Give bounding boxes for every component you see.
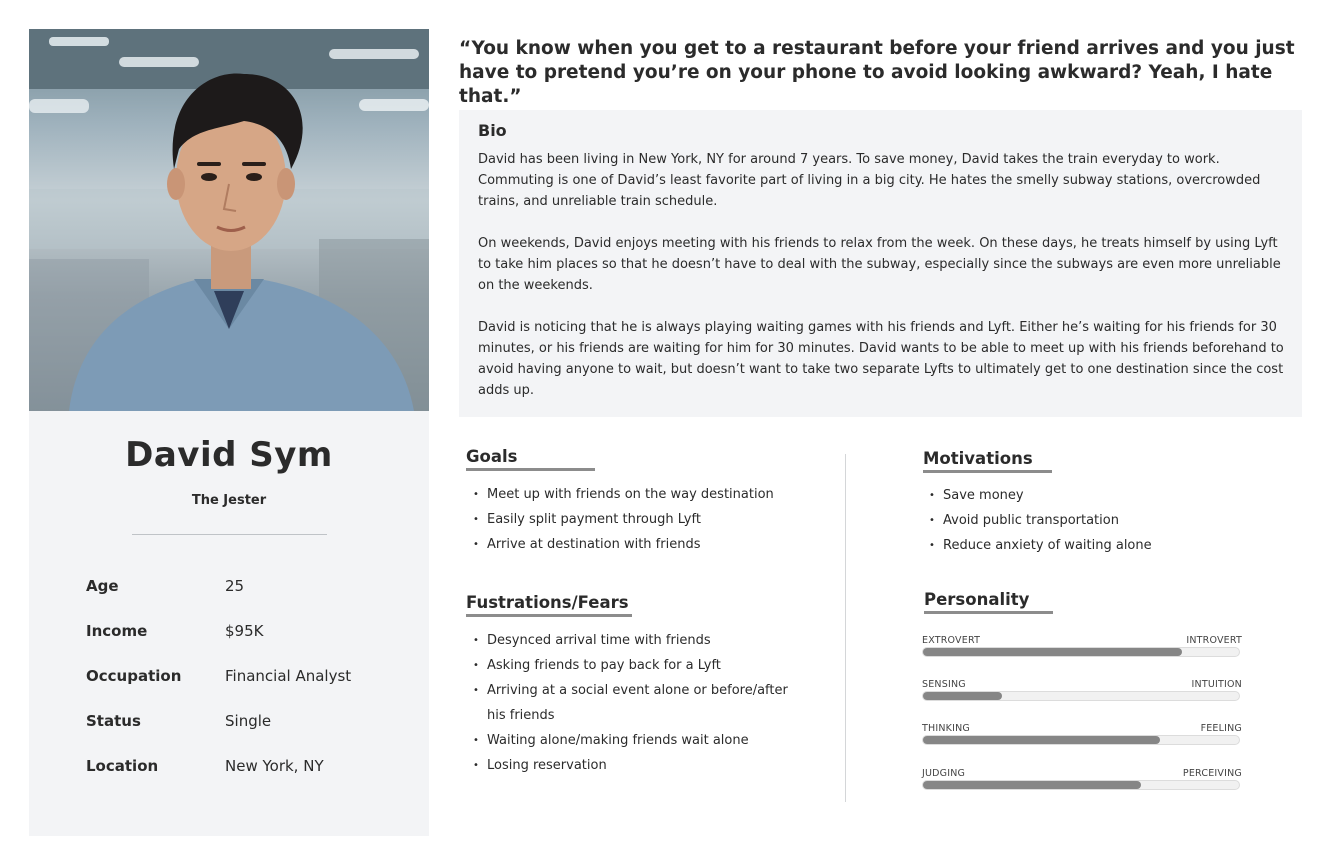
bio-paragraph: David is noticing that he is always play… — [478, 320, 1284, 398]
bio-title: Bio — [478, 121, 507, 140]
fact-location: Location New York, NY — [86, 757, 416, 802]
trait-right-label: INTUITION — [1191, 679, 1242, 690]
goals-underline — [466, 468, 595, 471]
trait-extrovert-introvert: EXTROVERT INTROVERT — [922, 635, 1242, 665]
persona-card: David Sym The Jester Age 25 Income $95K … — [29, 29, 429, 836]
trait-track — [922, 780, 1240, 790]
portrait-illustration — [29, 29, 429, 411]
facts-list: Age 25 Income $95K Occupation Financial … — [86, 577, 416, 802]
persona-name: David Sym — [125, 435, 333, 475]
bio-paragraph: On weekends, David enjoys meeting with h… — [478, 236, 1281, 293]
list-item: Easily split payment through Lyft — [466, 507, 826, 532]
fact-label: Income — [86, 622, 148, 640]
trait-right-label: FEELING — [1200, 723, 1242, 734]
motivations-list: Save money Avoid public transportation R… — [922, 483, 1282, 558]
trait-left-label: THINKING — [922, 723, 970, 734]
fact-label: Status — [86, 712, 141, 730]
list-item: Losing reservation — [466, 753, 796, 778]
trait-right-label: PERCEIVING — [1182, 768, 1242, 779]
list-item: Waiting alone/making friends wait alone — [466, 728, 796, 753]
list-item: Desynced arrival time with friends — [466, 628, 796, 653]
trait-track — [922, 735, 1240, 745]
trait-left-label: EXTROVERT — [922, 635, 981, 646]
frustrations-list: Desynced arrival time with friends Askin… — [466, 628, 796, 778]
fact-value: New York, NY — [225, 757, 324, 775]
fact-age: Age 25 — [86, 577, 416, 622]
personality-title: Personality — [924, 590, 1030, 609]
persona-role: The Jester — [191, 493, 267, 508]
trait-fill — [923, 692, 1002, 700]
goals-title: Goals — [466, 447, 518, 466]
bio-text: David has been living in New York, NY fo… — [478, 149, 1286, 422]
trait-right-label: INTROVERT — [1186, 635, 1242, 646]
trait-left-label: JUDGING — [922, 768, 966, 779]
frustrations-title: Fustrations/Fears — [466, 593, 629, 612]
motivations-underline — [923, 470, 1052, 473]
fact-value: Single — [225, 712, 272, 730]
fact-value: Financial Analyst — [225, 667, 352, 685]
list-item: Save money — [922, 483, 1282, 508]
trait-sensing-intuition: SENSING INTUITION — [922, 679, 1242, 709]
trait-track — [922, 647, 1240, 657]
bio-section: Bio David has been living in New York, N… — [459, 110, 1302, 417]
list-item: Asking friends to pay back for a Lyft — [466, 653, 796, 678]
fact-value: $95K — [225, 622, 264, 640]
list-item: Reduce anxiety of waiting alone — [922, 533, 1282, 558]
fact-income: Income $95K — [86, 622, 416, 667]
trait-fill — [923, 736, 1160, 744]
trait-fill — [923, 781, 1142, 789]
trait-fill — [923, 648, 1183, 656]
goals-list: Meet up with friends on the way destinat… — [466, 482, 826, 557]
trait-left-label: SENSING — [922, 679, 966, 690]
bio-paragraph: David has been living in New York, NY fo… — [478, 152, 1261, 209]
column-divider — [845, 454, 846, 802]
divider — [132, 534, 327, 535]
fact-occupation: Occupation Financial Analyst — [86, 667, 416, 712]
fact-label: Age — [86, 577, 119, 595]
fact-label: Location — [86, 757, 159, 775]
persona-photo — [29, 29, 429, 411]
trait-track — [922, 691, 1240, 701]
list-item: Meet up with friends on the way destinat… — [466, 482, 826, 507]
list-item: Avoid public transportation — [922, 508, 1282, 533]
fact-value: 25 — [225, 577, 245, 595]
persona-quote: “You know when you get to a restaurant b… — [459, 38, 1295, 107]
fact-status: Status Single — [86, 712, 416, 757]
trait-thinking-feeling: THINKING FEELING — [922, 723, 1242, 753]
list-item: Arriving at a social event alone or befo… — [466, 678, 796, 728]
trait-judging-perceiving: JUDGING PERCEIVING — [922, 768, 1242, 798]
list-item: Arrive at destination with friends — [466, 532, 826, 557]
motivations-title: Motivations — [923, 449, 1033, 468]
personality-underline — [924, 611, 1053, 614]
fact-label: Occupation — [86, 667, 182, 685]
frustrations-underline — [466, 614, 632, 617]
